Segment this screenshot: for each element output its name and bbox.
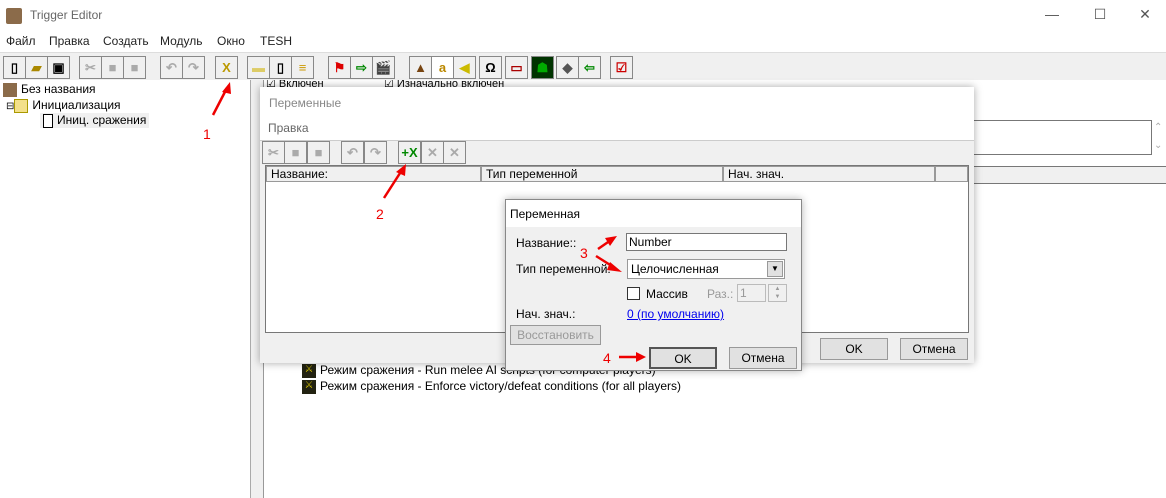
annotation-4: 4 [603, 350, 611, 366]
annotation-2: 2 [376, 206, 384, 222]
annotation-1: 1 [203, 126, 211, 142]
arrow-2 [382, 169, 404, 199]
annotation-3: 3 [580, 245, 588, 261]
